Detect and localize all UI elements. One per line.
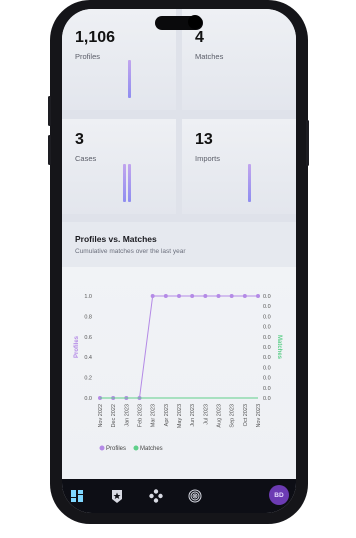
data-point — [177, 294, 181, 298]
y-tick-left: 0.2 — [84, 376, 92, 382]
stat-label: Matches — [195, 52, 224, 61]
stat-value: 3 — [75, 131, 84, 148]
camera — [188, 15, 202, 29]
dashboard-icon — [71, 490, 83, 502]
y-axis-label-left: Profiles — [74, 335, 80, 358]
user-avatar[interactable]: BD — [269, 485, 289, 505]
stat-value: 13 — [195, 131, 213, 148]
chart-subtitle: Cumulative matches over the last year — [75, 248, 186, 255]
legend-marker — [99, 445, 105, 451]
data-point — [216, 294, 221, 298]
y-tick-left: 0.8 — [84, 314, 92, 320]
mini-bar — [128, 60, 131, 98]
y-tick-right: 0.0 — [263, 294, 271, 300]
profiles-matches-chart: 1.0 0.8 0.6 0.4 0.2 0.0 0.0 0.0 0.0 0.0 0.0 0.0 0.0 0… — [74, 294, 282, 452]
y-tick-right: 0.0 — [263, 365, 271, 371]
x-tick-label: Oct 2023 — [243, 404, 249, 426]
data-point — [242, 294, 247, 298]
y-tick-right: 0.0 — [263, 386, 271, 392]
network-icon — [149, 489, 163, 503]
x-tick-label: Jul 2023 — [203, 404, 209, 425]
data-point — [190, 294, 195, 298]
nav-favorites[interactable] — [106, 485, 128, 507]
y-tick-right: 0.0 — [263, 396, 271, 402]
x-tick-label: Jan 2023 — [124, 404, 130, 427]
y-axis-label-right: Matches — [276, 335, 282, 360]
x-tick-label: Nov 2023 — [256, 404, 262, 428]
stat-label: Cases — [75, 154, 97, 163]
x-tick-label: Feb 2023 — [138, 404, 144, 427]
bottom-nav — [62, 479, 296, 513]
y-tick-right: 0.0 — [263, 345, 271, 351]
data-point — [256, 294, 260, 298]
x-tick-label: Jun 2023 — [190, 404, 196, 427]
chart-area: 1.0 0.8 0.6 0.4 0.2 0.0 0.0 0.0 0.0 0.0 0.0 0.0 0.0 0… — [62, 267, 296, 479]
stat-card-imports[interactable]: 13 Imports — [182, 119, 296, 214]
y-tick-left: 0.6 — [84, 335, 92, 341]
nav-network[interactable] — [145, 485, 167, 507]
x-tick-label: Dec 2022 — [111, 404, 117, 428]
x-tick-label: Apr 2023 — [164, 404, 170, 426]
y-tick-right: 0.0 — [263, 355, 271, 361]
mini-bar — [128, 164, 131, 202]
x-tick-label: Mar 2023 — [151, 404, 157, 427]
mini-bar-chart — [123, 164, 131, 202]
stat-card-cases[interactable]: 3 Cases — [62, 119, 176, 214]
y-tick-left: 1.0 — [84, 294, 92, 300]
fingerprint-icon — [188, 489, 202, 503]
y-tick-left: 0.0 — [84, 396, 92, 402]
chart-title: Profiles vs. Matches — [75, 234, 157, 244]
data-point — [229, 294, 234, 298]
nav-dashboard[interactable] — [66, 485, 88, 507]
mini-bar — [123, 164, 126, 202]
power-button — [306, 120, 309, 166]
y-tick-right: 0.0 — [263, 304, 271, 310]
app-screen: 1,106 Profiles 4 Matches 3 Cases 13 Impo… — [62, 9, 296, 513]
y-tick-right: 0.0 — [263, 335, 271, 341]
nav-biometrics[interactable] — [184, 485, 206, 507]
x-tick-label: Aug 2023 — [217, 404, 223, 428]
data-point — [150, 294, 155, 298]
x-tick-label: Sep 2023 — [230, 404, 236, 428]
data-point — [203, 294, 208, 298]
y-tick-right: 0.0 — [263, 376, 271, 382]
chart-panel: Profiles vs. Matches Cumulative matches … — [62, 222, 296, 479]
stat-label: Profiles — [75, 52, 101, 61]
x-tick-label: Nov 2022 — [98, 404, 104, 428]
side-button — [48, 135, 51, 165]
stat-value: 1,106 — [75, 29, 116, 46]
y-tick-right: 0.0 — [263, 325, 271, 331]
series-line-profiles — [100, 295, 258, 399]
stat-value: 4 — [195, 29, 204, 46]
star-badge-icon — [112, 489, 122, 503]
mini-bar — [248, 164, 251, 202]
legend-label: Profiles — [106, 446, 126, 452]
mini-bar-chart — [248, 164, 251, 202]
stat-label: Imports — [195, 154, 221, 163]
y-tick-right: 0.0 — [263, 314, 271, 320]
y-tick-left: 0.4 — [84, 355, 92, 361]
legend-label: Matches — [140, 446, 163, 452]
legend-marker — [133, 445, 139, 451]
mini-bar-chart — [128, 60, 131, 98]
side-button — [48, 96, 51, 126]
x-tick-label: May 2023 — [177, 404, 183, 428]
data-point — [163, 294, 168, 298]
